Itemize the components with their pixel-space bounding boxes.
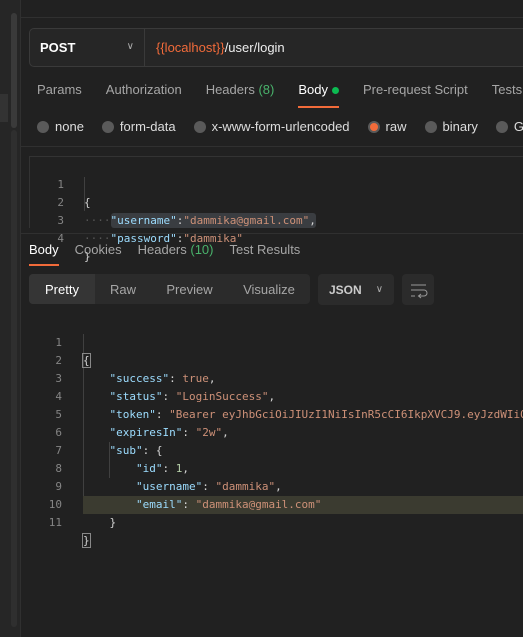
code-line: 1 {: [21, 316, 91, 368]
headers-count: (10): [190, 242, 214, 257]
radio-label: none: [55, 119, 84, 134]
divider: [21, 146, 523, 147]
tab-label: Params: [37, 82, 82, 97]
code-line: 9 "email": "dammika@gmail.com": [21, 460, 321, 511]
radio-graphql[interactable]: Gra: [495, 119, 523, 134]
radio-label: Gra: [513, 119, 523, 134]
code-text: "expiresIn": "2w",: [109, 426, 229, 439]
code-text: "success": true,: [109, 372, 216, 385]
line-number: 11: [48, 516, 62, 529]
radio-form-data[interactable]: form-data: [101, 119, 176, 134]
text-caret: [89, 534, 91, 548]
wrap-lines-button[interactable]: [402, 274, 434, 305]
code-line: 10 }: [21, 478, 116, 529]
tab-body[interactable]: Body: [298, 82, 339, 108]
code-line: 11 }: [21, 496, 91, 548]
tab-headers[interactable]: Headers (8): [206, 82, 275, 106]
divider[interactable]: [21, 233, 523, 234]
request-tab-strip: [21, 0, 523, 18]
radio-x-www-form-urlencoded[interactable]: x-www-form-urlencoded: [193, 119, 350, 134]
format-select[interactable]: JSON ∨: [318, 274, 394, 305]
sidebar-scrollbar-track[interactable]: [11, 130, 17, 627]
body-type-radios: none form-data x-www-form-urlencoded raw…: [37, 119, 523, 134]
tab-authorization[interactable]: Authorization: [106, 82, 182, 106]
format-label: JSON: [329, 282, 362, 297]
code-text: "id": 1,: [135, 462, 189, 475]
view-mode-group: Pretty Raw Preview Visualize: [29, 274, 310, 304]
tab-label: Test Results: [229, 242, 301, 257]
code-line: 5 "expiresIn": "2w",: [21, 388, 228, 439]
view-visualize-button[interactable]: Visualize: [228, 274, 310, 304]
tab-test-results[interactable]: Test Results: [230, 242, 301, 264]
tab-label: Headers: [137, 242, 187, 257]
tab-label: Body: [298, 82, 328, 97]
code-line: 3 "status": "LoginSuccess",: [21, 352, 275, 403]
request-body-editor[interactable]: 1 { 2 ····"username":"dammika@gmail.com"…: [29, 156, 523, 263]
code-text: "status": "LoginSuccess",: [109, 390, 276, 403]
code-line: 1 {: [30, 158, 90, 209]
radio-binary[interactable]: binary: [424, 119, 478, 134]
tab-pre-request-script[interactable]: Pre-request Script: [363, 82, 468, 106]
tab-label: Body: [29, 242, 59, 257]
url-path: /user/login: [224, 40, 285, 55]
code-line: 6 "sub": {: [21, 406, 162, 457]
radio-none[interactable]: none: [37, 119, 84, 134]
headers-count: (8): [258, 82, 275, 97]
radio-raw[interactable]: raw: [367, 119, 407, 134]
tab-label: Cookies: [74, 242, 122, 257]
radio-label: x-www-form-urlencoded: [211, 119, 350, 134]
code-line: 4 "token": "Bearer eyJhbGciOiJIUzI1NiIsI…: [21, 370, 523, 421]
method-select[interactable]: POST ∨: [30, 29, 145, 66]
code-text: ····"username":"dammika@gmail.com",: [84, 213, 316, 228]
code-line: 8 "username": "dammika",: [21, 442, 281, 493]
code-text: {: [82, 353, 91, 368]
code-line: 3 ····"password":"dammika": [30, 194, 243, 245]
code-text: }: [82, 533, 91, 548]
code-line: 2 ····"username":"dammika@gmail.com",: [30, 176, 316, 228]
code-text: {: [84, 196, 91, 209]
view-preview-button[interactable]: Preview: [151, 274, 228, 304]
radio-circle-icon: [193, 120, 206, 133]
url-input[interactable]: {{localhost}}/user/login: [145, 29, 285, 66]
method-label: POST: [40, 40, 76, 55]
tab-label: Headers: [205, 82, 255, 97]
radio-label: form-data: [119, 119, 176, 134]
radio-circle-icon: [101, 120, 114, 133]
code-text: "sub": {: [109, 444, 163, 457]
view-raw-button[interactable]: Raw: [95, 274, 151, 304]
sidebar-scrollbar[interactable]: [11, 13, 17, 128]
tab-response-headers[interactable]: Headers (10): [138, 242, 214, 264]
url-bar: POST ∨ {{localhost}}/user/login: [29, 28, 523, 67]
wrap-lines-icon: [411, 284, 428, 299]
sidebar-selected-item[interactable]: [0, 94, 8, 122]
tab-label: Pre-request Script: [362, 82, 468, 97]
radio-label: binary: [442, 119, 478, 134]
response-tabs: Body Cookies Headers (10) Test Results: [29, 242, 316, 266]
tab-params[interactable]: Params: [37, 82, 82, 106]
radio-selected-icon: [367, 120, 380, 133]
radio-circle-icon: [424, 120, 437, 133]
url-variable: {{localhost}}: [156, 40, 225, 55]
view-pretty-button[interactable]: Pretty: [29, 274, 95, 304]
code-text: }: [83, 516, 117, 529]
code-text: "username": "dammika",: [135, 480, 282, 493]
code-text: "email": "dammika@gmail.com": [135, 498, 322, 511]
radio-label: raw: [385, 119, 407, 134]
radio-circle-icon: [37, 120, 49, 133]
tab-cookies[interactable]: Cookies: [75, 242, 122, 264]
chevron-down-icon: ∨: [126, 41, 134, 52]
code-text: "token": "Bearer eyJhbGciOiJIUzI1NiIsInR…: [109, 408, 523, 421]
tab-label: Authorization: [105, 82, 182, 97]
radio-circle-icon: [495, 120, 508, 133]
tab-label: Tests: [491, 82, 523, 97]
code-line: 7 "id": 1,: [21, 424, 189, 475]
tab-tests[interactable]: Tests: [492, 82, 522, 106]
tab-response-body[interactable]: Body: [29, 242, 59, 266]
body-indicator-dot-icon: [331, 87, 339, 95]
chevron-down-icon: ∨: [375, 284, 384, 295]
code-line: 4 }: [30, 212, 90, 263]
request-tabs: Params Authorization Headers (8) Body Pr…: [37, 82, 523, 108]
code-line: 2 "success": true,: [21, 334, 215, 385]
